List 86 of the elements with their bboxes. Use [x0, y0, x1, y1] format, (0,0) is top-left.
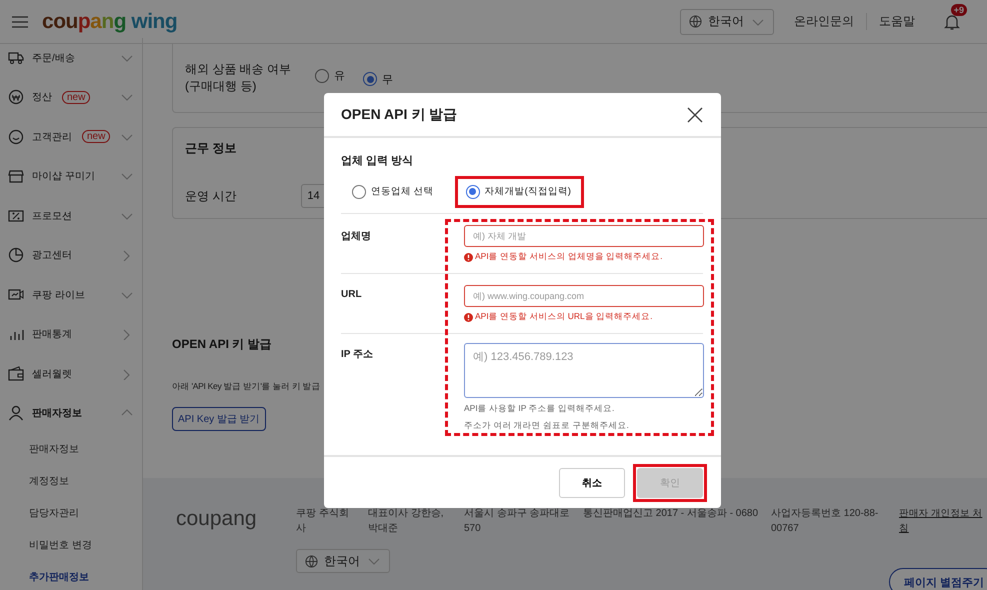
menu-icon-glyph: [8, 208, 24, 224]
notification-button[interactable]: +9: [937, 6, 967, 36]
sidebar-label: 판매통계: [32, 328, 72, 342]
menu-icon-glyph: [8, 89, 24, 106]
sidebar-item[interactable]: 판매통계: [0, 314, 142, 354]
header-link[interactable]: 도움말: [867, 13, 927, 30]
input-field[interactable]: 예) 123.456.789.123: [464, 343, 704, 398]
radio-label: 무: [382, 72, 393, 87]
help-text: 주소가 여러 개라면 쉼표로 구분해주세요.: [464, 419, 630, 432]
menu-icon-glyph: [8, 247, 24, 264]
alert-icon: [464, 312, 473, 322]
field-label: 해외 상품 배송 여부 (구매대행 등): [185, 61, 292, 95]
new-badge: new: [82, 130, 110, 144]
radio-label: 자체개발(직접입력): [484, 185, 571, 198]
close-button[interactable]: [687, 106, 703, 122]
footer-text: 서울시 송파구 송파대로 570: [464, 507, 571, 536]
bell-icon: [944, 14, 960, 30]
footer-text: 쿠팡 주식회사: [296, 507, 350, 536]
radio-button[interactable]: [363, 72, 377, 86]
menu-icon-glyph: [8, 405, 24, 422]
sidebar-label: 판매자정보: [32, 407, 82, 420]
input-field[interactable]: 예) www.wing.coupang.com: [464, 285, 704, 307]
menu-icon-glyph: [8, 50, 24, 66]
help-text: API를 사용할 IP 주소를 입력해주세요.: [464, 402, 616, 415]
sidebar-subitem[interactable]: 추가판매정보: [0, 561, 89, 590]
section-description: 아래 'API Key 발급 받기'를 눌러 키 발급: [172, 381, 320, 393]
footer-text: 대표이사 강한승,박대준: [368, 507, 445, 536]
card-title: 근무 정보: [185, 140, 236, 157]
rating-button[interactable]: 페이지 별점주기: [889, 568, 987, 590]
field-label: 업체명: [341, 230, 372, 244]
sidebar-label: 마이샵 꾸미기: [32, 170, 95, 184]
sidebar-item[interactable]: 주문/배송: [0, 38, 142, 78]
sidebar-label: 셀러월렛: [32, 368, 72, 381]
input-field[interactable]: 예) 자체 개발: [464, 225, 704, 247]
menu-icon-glyph: [8, 168, 24, 184]
radio-button[interactable]: [315, 68, 329, 83]
menu-icon[interactable]: [12, 16, 28, 28]
language-select[interactable]: 한국어: [680, 8, 774, 34]
menu-icon-glyph: [8, 366, 24, 382]
language-select[interactable]: 한국어: [296, 549, 390, 573]
notification-badge: +9: [950, 4, 967, 16]
footer-text: 통신판매업신고 2017 - 서울송파 - 0680: [583, 507, 760, 521]
sidebar-label: 주문/배송: [32, 52, 75, 65]
globe-icon: [689, 15, 702, 28]
radio-button[interactable]: [466, 184, 480, 198]
section-title: 업체 입력 방식: [341, 154, 414, 169]
close-icon: [687, 106, 703, 122]
dialog-title: OPEN API 키 발급: [341, 106, 458, 124]
sidebar-label: 쿠팡 라이브: [32, 288, 85, 302]
sidebar-item[interactable]: 고객관리 new: [0, 117, 142, 156]
radio-button[interactable]: [352, 184, 366, 198]
sidebar-label: 정산: [32, 91, 52, 104]
radio-label: 연동업체 선택: [371, 185, 434, 198]
sidebar-label: 프로모션: [32, 210, 72, 223]
sidebar-subitem[interactable]: 판매자정보: [0, 433, 79, 465]
sidebar-item[interactable]: 정산 new: [0, 78, 142, 117]
sidebar-subitem[interactable]: 비밀번호 변경: [0, 529, 92, 561]
field-label: IP 주소: [341, 348, 374, 362]
sidebar-item[interactable]: 광고센터: [0, 236, 142, 275]
menu-icon-glyph: [8, 128, 24, 145]
footer-logo: coupang: [176, 506, 258, 532]
privacy-link[interactable]: 판매자 개인정보 처 침: [899, 506, 982, 536]
sidebar-item[interactable]: 셀러월렛: [0, 354, 142, 394]
radio-label: 유: [334, 69, 345, 84]
new-badge: new: [62, 90, 90, 104]
sidebar-item[interactable]: 마이샵 꾸미기: [0, 156, 142, 196]
sidebar-item[interactable]: 프로모션: [0, 196, 142, 236]
logo[interactable]: coupang wing: [42, 10, 178, 34]
sidebar-item[interactable]: 판매자정보: [0, 394, 142, 433]
sidebar-label: 광고센터: [32, 249, 72, 262]
sidebar-item[interactable]: 쿠팡 라이브: [0, 275, 142, 314]
sidebar-subitem[interactable]: 계정정보: [0, 465, 69, 497]
sidebar-label: 고객관리: [32, 130, 72, 144]
globe-icon: [305, 554, 318, 568]
error-message: API를 연동할 서비스의 업체명을 입력해주세요.: [464, 251, 704, 263]
section-title: OPEN API 키 발급: [172, 336, 272, 353]
field-label: 운영 시간: [185, 188, 236, 204]
field-label: URL: [341, 288, 363, 302]
error-message: API를 연동할 서비스의 URL을 입력해주세요.: [464, 311, 704, 323]
radio-option[interactable]: 연동업체 선택: [341, 176, 447, 208]
cancel-button[interactable]: 취소: [559, 468, 625, 498]
alert-icon: [464, 252, 473, 262]
api-key-button[interactable]: API Key 발급 받기: [172, 407, 266, 431]
sidebar-subitem[interactable]: 담당자관리: [0, 497, 79, 529]
header-link[interactable]: 온라인문의: [782, 13, 867, 30]
footer-text: 사업자등록번호 120-88-00767: [771, 507, 880, 536]
